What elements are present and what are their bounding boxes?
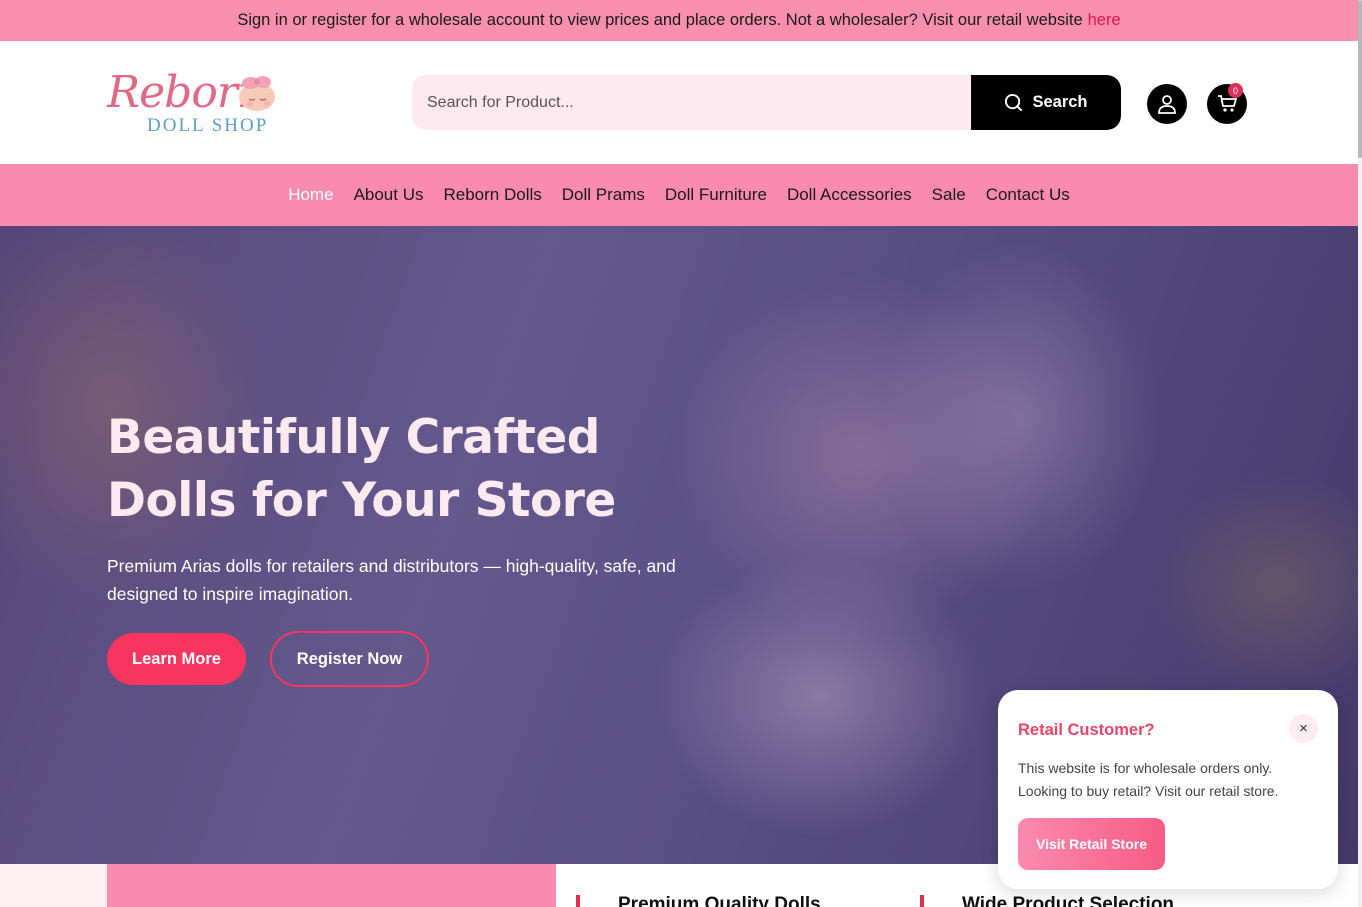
cart-button[interactable]: 0	[1207, 83, 1247, 124]
selection-icon	[920, 895, 948, 907]
search-icon	[1005, 93, 1023, 112]
register-now-button[interactable]: Register Now	[270, 631, 429, 687]
hero-title-line1: Beautifully Crafted	[107, 410, 600, 465]
page-scrollbar[interactable]	[1358, 0, 1362, 907]
quality-icon	[576, 895, 604, 907]
site-header: Reborn DOLL SHOP Search for Product... S…	[0, 41, 1358, 164]
search-bar: Search	[412, 75, 1121, 130]
popup-message-line2: Looking to buy retail? Visit our retail …	[1018, 783, 1279, 799]
hero-title-line2: Dolls for Your Store	[107, 473, 616, 528]
features-pink-panel	[107, 864, 556, 907]
main-nav: Home About Us Reborn Dolls Doll Prams Do…	[0, 164, 1358, 226]
baby-logo-icon	[239, 76, 275, 111]
announcement-text: Sign in or register for a wholesale acco…	[237, 11, 1083, 29]
feature-wide-selection: Wide Product Selection	[920, 894, 1174, 907]
nav-item-doll-furniture[interactable]: Doll Furniture	[665, 185, 767, 205]
hero-description: Premium Arias dolls for retailers and di…	[107, 556, 676, 604]
search-input[interactable]	[412, 75, 971, 130]
account-button[interactable]	[1147, 84, 1187, 124]
nav-item-contact-us[interactable]: Contact Us	[986, 185, 1070, 205]
nav-item-about-us[interactable]: About Us	[354, 185, 424, 205]
learn-more-button[interactable]: Learn More	[107, 633, 246, 685]
cart-count-badge: 0	[1228, 83, 1243, 98]
user-icon	[1158, 95, 1176, 114]
nav-item-sale[interactable]: Sale	[932, 185, 966, 205]
close-icon[interactable]: ×	[1289, 714, 1318, 743]
popup-title: Retail Customer?	[1018, 721, 1155, 739]
search-button-label: Search	[1032, 93, 1088, 111]
popup-message: This website is for wholesale orders onl…	[1018, 757, 1318, 803]
nav-item-doll-accessories[interactable]: Doll Accessories	[787, 185, 912, 205]
site-logo[interactable]: Reborn DOLL SHOP	[107, 67, 287, 139]
nav-item-reborn-dolls[interactable]: Reborn Dolls	[444, 185, 542, 205]
hero-title: Beautifully Crafted Dolls for Your Store	[107, 406, 727, 532]
retail-website-link[interactable]: here	[1088, 11, 1121, 30]
visit-retail-store-button[interactable]: Visit Retail Store	[1018, 818, 1165, 870]
search-button[interactable]: Search	[971, 75, 1121, 130]
retail-customer-popup: Retail Customer? × This website is for w…	[998, 690, 1338, 889]
scrollbar-thumb[interactable]	[1358, 0, 1362, 158]
popup-message-line1: This website is for wholesale orders onl…	[1018, 760, 1273, 776]
nav-item-home[interactable]: Home	[288, 185, 333, 205]
nav-item-doll-prams[interactable]: Doll Prams	[562, 185, 645, 205]
feature-premium-quality: Premium Quality Dolls	[576, 894, 821, 907]
feature-label: Premium Quality Dolls	[618, 894, 821, 907]
announcement-bar: Sign in or register for a wholesale acco…	[0, 0, 1358, 41]
feature-label: Wide Product Selection	[962, 894, 1175, 907]
logo-subtitle: DOLL SHOP	[147, 115, 269, 136]
